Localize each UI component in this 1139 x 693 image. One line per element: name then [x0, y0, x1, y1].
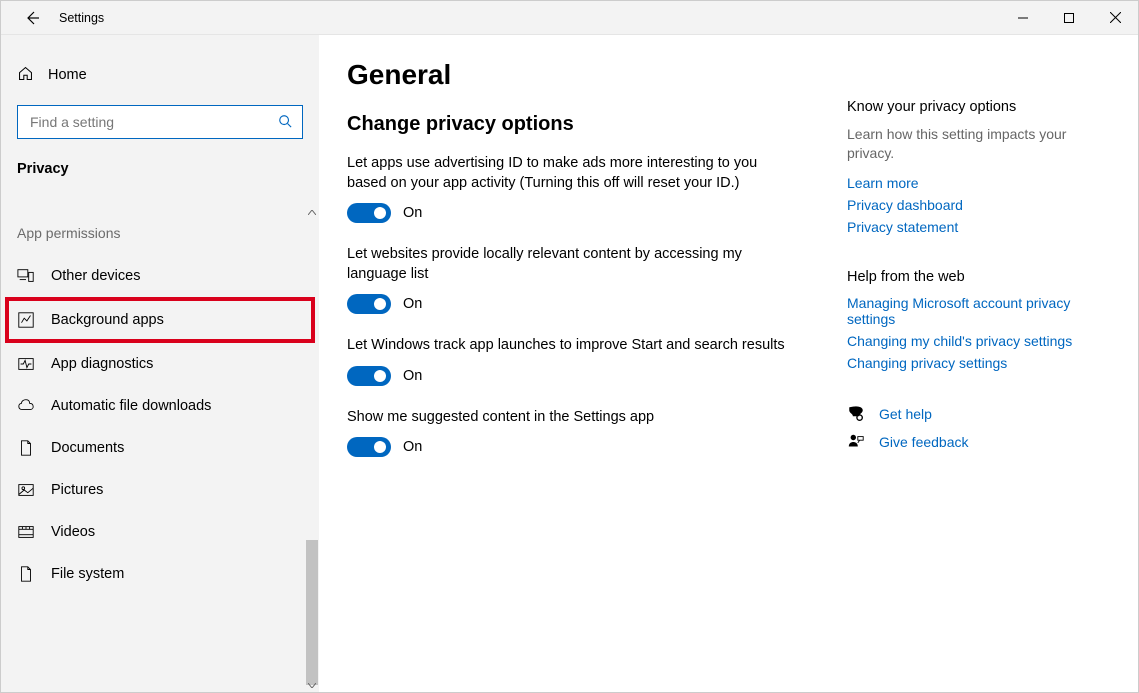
sidebar: Home Privacy App permissions Other devic…: [1, 35, 319, 692]
sidebar-item-other-devices[interactable]: Other devices: [1, 255, 319, 297]
sidebar-item-label: App diagnostics: [51, 356, 153, 372]
sidebar-category: Privacy: [1, 153, 319, 195]
maximize-button[interactable]: [1046, 1, 1092, 35]
titlebar: Settings: [1, 1, 1138, 35]
sidebar-item-automatic-downloads[interactable]: Automatic file downloads: [1, 385, 319, 427]
setting-desc-track-launches: Let Windows track app launches to improv…: [347, 336, 787, 356]
sidebar-item-label: Background apps: [51, 312, 164, 328]
sidebar-item-pictures[interactable]: Pictures: [1, 469, 319, 511]
sidebar-item-file-system[interactable]: File system: [1, 553, 319, 595]
toggle-state: On: [403, 368, 422, 384]
diagnostics-icon: [17, 355, 35, 373]
toggle-state: On: [403, 205, 422, 221]
home-icon: [17, 65, 34, 85]
know-options-header: Know your privacy options: [847, 99, 1097, 115]
link-child-privacy[interactable]: Changing my child's privacy settings: [847, 333, 1097, 349]
sidebar-item-videos[interactable]: Videos: [1, 511, 319, 553]
link-privacy-statement[interactable]: Privacy statement: [847, 219, 1097, 235]
help-web-header: Help from the web: [847, 269, 1097, 285]
sidebar-item-app-diagnostics[interactable]: App diagnostics: [1, 343, 319, 385]
sidebar-item-label: Documents: [51, 440, 124, 456]
toggle-state: On: [403, 296, 422, 312]
sidebar-scrollbar[interactable]: [305, 205, 319, 692]
close-button[interactable]: [1092, 1, 1138, 35]
sidebar-item-label: Videos: [51, 524, 95, 540]
cloud-download-icon: [17, 397, 35, 415]
window-title: Settings: [59, 11, 104, 25]
setting-desc-language: Let websites provide locally relevant co…: [347, 245, 787, 284]
link-privacy-dashboard[interactable]: Privacy dashboard: [847, 197, 1097, 213]
search-box[interactable]: [17, 105, 303, 139]
devices-icon: [17, 267, 35, 285]
toggle-suggested-content[interactable]: [347, 437, 391, 457]
sidebar-item-label: Automatic file downloads: [51, 398, 211, 414]
toggle-track-launches[interactable]: [347, 366, 391, 386]
search-input[interactable]: [28, 113, 278, 131]
sidebar-item-documents[interactable]: Documents: [1, 427, 319, 469]
sidebar-section-header: App permissions: [1, 195, 319, 255]
documents-icon: [17, 439, 35, 457]
sidebar-home-label: Home: [48, 67, 87, 83]
search-icon: [278, 114, 292, 131]
scroll-thumb[interactable]: [306, 540, 318, 685]
sidebar-item-label: Pictures: [51, 482, 103, 498]
back-button[interactable]: [23, 9, 41, 27]
link-change-privacy[interactable]: Changing privacy settings: [847, 355, 1097, 371]
sidebar-item-background-apps[interactable]: Background apps: [7, 299, 313, 341]
get-help-icon: [847, 405, 865, 423]
toggle-language-list[interactable]: [347, 294, 391, 314]
sidebar-item-label: File system: [51, 566, 124, 582]
link-get-help[interactable]: Get help: [879, 406, 932, 422]
minimize-button[interactable]: [1000, 1, 1046, 35]
videos-icon: [17, 523, 35, 541]
toggle-advertising-id[interactable]: [347, 203, 391, 223]
scroll-down-button[interactable]: [305, 678, 319, 692]
setting-desc-advertising: Let apps use advertising ID to make ads …: [347, 154, 787, 193]
setting-desc-suggested-content: Show me suggested content in the Setting…: [347, 408, 787, 428]
link-give-feedback[interactable]: Give feedback: [879, 434, 969, 450]
link-learn-more[interactable]: Learn more: [847, 175, 1097, 191]
scroll-up-button[interactable]: [305, 205, 319, 219]
feedback-icon: [847, 433, 865, 451]
sidebar-item-label: Other devices: [51, 268, 140, 284]
pictures-icon: [17, 481, 35, 499]
page-title: General: [347, 59, 847, 91]
toggle-state: On: [403, 439, 422, 455]
sidebar-home[interactable]: Home: [1, 55, 319, 95]
file-icon: [17, 565, 35, 583]
background-apps-icon: [17, 311, 35, 329]
know-options-text: Learn how this setting impacts your priv…: [847, 125, 1097, 163]
link-manage-account-privacy[interactable]: Managing Microsoft account privacy setti…: [847, 295, 1097, 327]
section-title: Change privacy options: [347, 113, 847, 136]
